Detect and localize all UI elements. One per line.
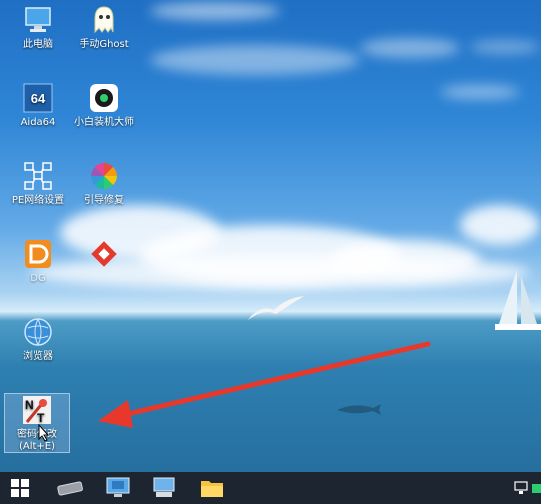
folder-icon bbox=[201, 481, 223, 497]
taskbar bbox=[0, 472, 541, 504]
battery-icon[interactable] bbox=[530, 480, 541, 496]
taskbar-device-manager[interactable] bbox=[146, 474, 182, 502]
windows-logo-icon bbox=[11, 479, 29, 497]
device-manager-icon bbox=[153, 477, 175, 497]
annotation-arrow bbox=[98, 341, 431, 428]
remote-desktop-icon bbox=[106, 477, 130, 497]
network-icon[interactable] bbox=[514, 480, 530, 496]
disk-tool-icon bbox=[57, 481, 83, 496]
desktop: 此电脑 手动Ghost 64 Aida64 小白装机大师 PE网络设置 引导修复… bbox=[0, 0, 541, 472]
start-button[interactable] bbox=[2, 474, 38, 502]
taskbar-remote-desktop[interactable] bbox=[100, 474, 136, 502]
taskbar-file-explorer[interactable] bbox=[194, 474, 230, 502]
taskbar-disk-tool[interactable] bbox=[52, 474, 88, 502]
